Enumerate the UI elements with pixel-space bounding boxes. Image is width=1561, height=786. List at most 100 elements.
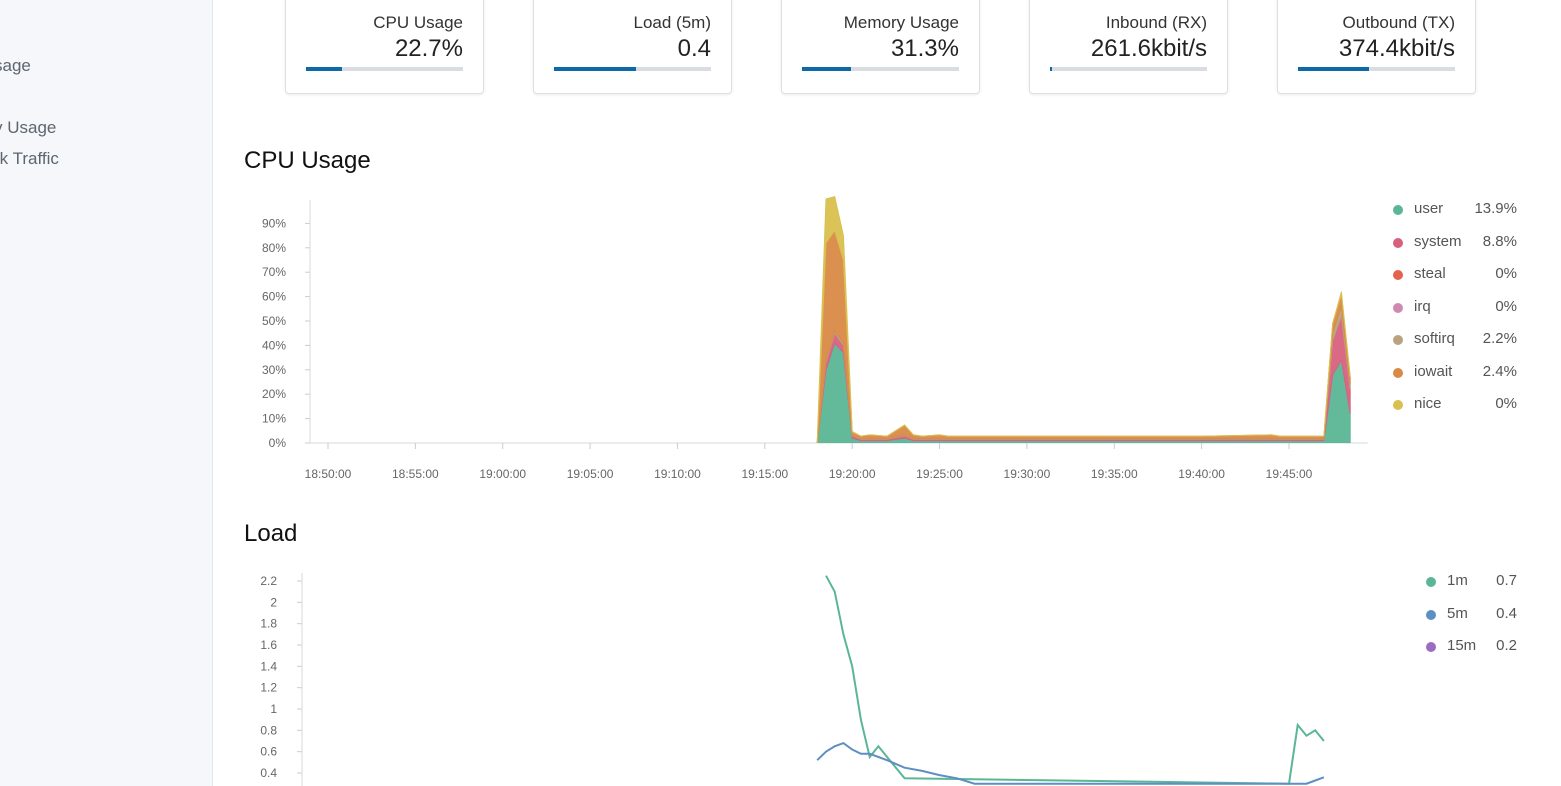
stat-label: Memory Usage (843, 13, 959, 32)
y-tick-label: 50% (262, 314, 286, 328)
legend-label: 15m (1447, 637, 1477, 654)
stat-card-memory: Memory Usage 31.3% (781, 0, 980, 94)
stat-value: 261.6kbit/s (1090, 35, 1207, 62)
stat-card-inbound: Inbound (RX) 261.6kbit/s (1029, 0, 1228, 94)
cpu-section-title: CPU Usage (244, 147, 371, 174)
x-tick-label: 19:10:00 (654, 467, 701, 481)
load-legend: 1m 0.7 5m 0.4 15m 0.2 (1426, 572, 1517, 662)
sidebar-link-network-traffic[interactable]: rk Traffic (0, 149, 59, 169)
sidebar: sage y Usage rk Traffic (0, 0, 213, 786)
legend-item-steal[interactable]: steal 0% (1393, 265, 1517, 285)
area-iowait (816, 229, 1351, 443)
x-tick-label: 19:15:00 (741, 467, 788, 481)
stat-progress-bar (1298, 67, 1455, 71)
stat-card-outbound: Outbound (TX) 374.4kbit/s (1277, 0, 1476, 94)
sidebar-link-memory-usage[interactable]: y Usage (0, 118, 56, 138)
area-system (816, 315, 1351, 443)
x-tick-label: 19:25:00 (916, 467, 963, 481)
stat-value: 374.4kbit/s (1338, 35, 1455, 62)
y-tick-label: 60% (262, 290, 286, 304)
legend-value: 2.2% (1482, 330, 1517, 347)
legend-item-1m[interactable]: 1m 0.7 (1426, 572, 1517, 592)
y-tick-label: 2.2 (260, 574, 277, 588)
line-5m (816, 741, 1325, 785)
x-tick-label: 19:45:00 (1266, 467, 1313, 481)
x-tick-label: 19:00:00 (479, 467, 526, 481)
y-tick-label: 1.8 (260, 617, 277, 631)
stat-card-cpu: CPU Usage 22.7% (285, 0, 484, 94)
legend-value: 0.7 (1496, 572, 1517, 589)
load-section-title: Load (244, 520, 298, 547)
legend-item-system[interactable]: system 8.8% (1393, 233, 1517, 253)
x-tick-label: 18:55:00 (392, 467, 439, 481)
legend-value: 0% (1495, 265, 1517, 282)
legend-dot (1393, 400, 1403, 410)
legend-item-user[interactable]: user 13.9% (1393, 200, 1517, 220)
legend-label: 5m (1447, 604, 1468, 622)
x-tick-label: 19:30:00 (1004, 467, 1051, 481)
legend-value: 0.4 (1496, 604, 1517, 622)
stat-label: Load (5m) (633, 13, 711, 32)
legend-value: 0% (1495, 297, 1517, 315)
stat-progress-bar (306, 67, 463, 71)
y-tick-label: 20% (262, 387, 286, 401)
y-tick-label: 1.6 (260, 638, 277, 652)
x-tick-label: 19:05:00 (567, 467, 614, 481)
x-tick-label: 18:50:00 (305, 467, 352, 481)
stat-value: 31.3% (890, 35, 959, 62)
y-tick-label: 1.2 (260, 681, 277, 695)
legend-value: 2.4% (1482, 362, 1517, 380)
legend-item-irq[interactable]: irq 0% (1393, 298, 1517, 318)
x-tick-label: 19:20:00 (829, 467, 876, 481)
legend-item-5m[interactable]: 5m 0.4 (1426, 605, 1517, 625)
area-user (816, 342, 1351, 443)
legend-item-softirq[interactable]: softirq 2.2% (1393, 330, 1517, 350)
legend-label: system (1414, 232, 1462, 250)
stat-value: 0.4 (677, 35, 711, 62)
legend-label: steal (1414, 265, 1446, 282)
y-tick-label: 0.8 (260, 723, 277, 737)
cpu-legend: user 13.9% system 8.8% steal 0% irq 0% softirq 2.… (1393, 200, 1517, 430)
legend-label: 1m (1447, 572, 1468, 589)
legend-dot (1393, 270, 1403, 280)
legend-item-15m[interactable]: 15m 0.2 (1426, 637, 1517, 657)
legend-label: irq (1414, 297, 1431, 315)
y-tick-label: 0.4 (260, 766, 277, 780)
y-tick-label: 1.4 (260, 659, 277, 673)
stat-label: CPU Usage (373, 13, 463, 32)
legend-dot (1426, 642, 1436, 652)
legend-dot (1393, 205, 1403, 215)
legend-label: nice (1414, 395, 1442, 412)
area-nice (816, 195, 1351, 443)
stat-progress-bar (554, 67, 711, 71)
x-tick-label: 19:35:00 (1091, 467, 1138, 481)
legend-label: softirq (1414, 330, 1455, 347)
stat-label: Inbound (RX) (1105, 13, 1207, 32)
y-tick-label: 70% (262, 265, 286, 279)
stat-progress-fill (554, 67, 636, 71)
y-tick-label: 80% (262, 241, 286, 255)
legend-item-iowait[interactable]: iowait 2.4% (1393, 363, 1517, 383)
legend-value: 13.9% (1474, 200, 1517, 217)
legend-dot (1393, 237, 1403, 248)
stat-progress-bar (1050, 67, 1207, 71)
stat-progress-fill (802, 67, 852, 71)
legend-label: iowait (1414, 362, 1453, 380)
legend-item-nice[interactable]: nice 0% (1393, 395, 1517, 415)
legend-dot (1393, 302, 1403, 313)
line-1m (825, 575, 1325, 785)
legend-value: 0% (1495, 395, 1517, 412)
y-tick-label: 90% (262, 216, 286, 230)
legend-dot (1393, 335, 1403, 345)
stat-progress-fill (306, 67, 342, 71)
legend-dot (1426, 609, 1436, 620)
sidebar-link-cpu-usage[interactable]: sage (0, 56, 31, 76)
stat-progress-fill (1298, 67, 1369, 71)
stat-progress-bar (802, 67, 959, 71)
area-softirq (816, 306, 1351, 443)
y-tick-label: 0.6 (260, 745, 277, 759)
y-tick-label: 0% (269, 436, 287, 450)
y-tick-label: 1 (270, 702, 277, 716)
stat-label: Outbound (TX) (1342, 13, 1455, 32)
load-chart: 0.4 0.6 0.8 1 1.2 1.4 1.6 1.8 2 2.2 (260, 573, 1325, 786)
